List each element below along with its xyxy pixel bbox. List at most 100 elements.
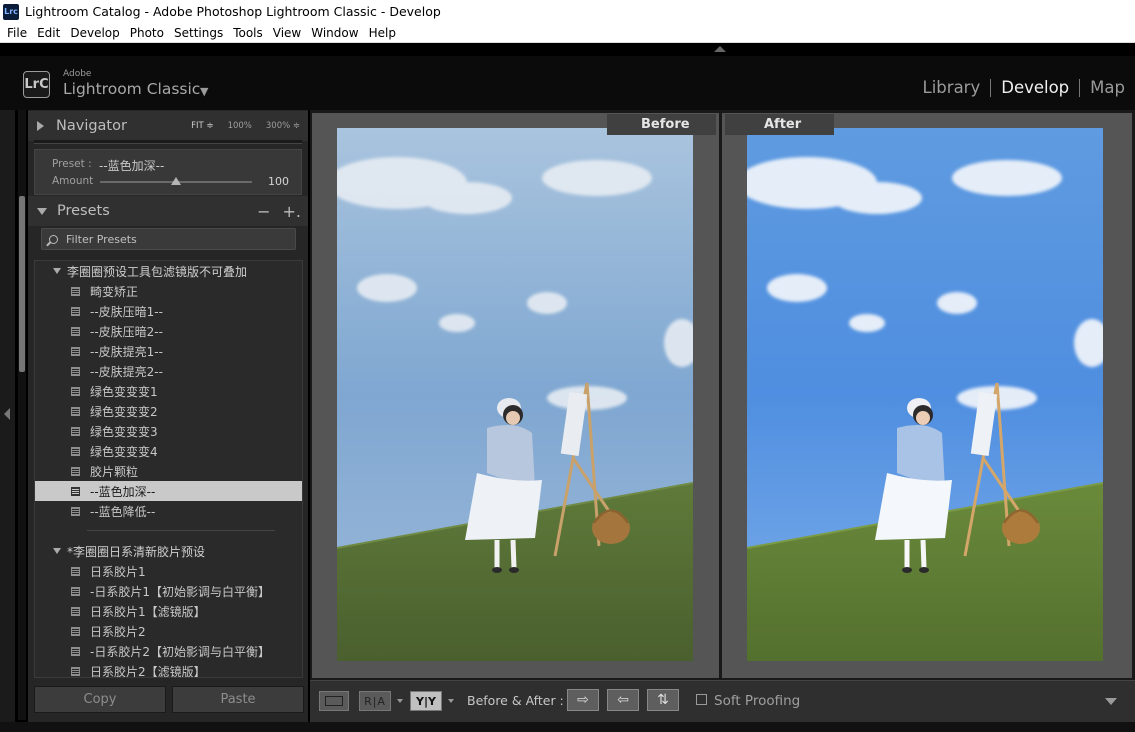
- adobe-label: Adobe: [63, 69, 92, 79]
- lightroom-window: Lrc Lightroom Catalog - Adobe Photoshop …: [0, 0, 1135, 732]
- expand-navigator-icon[interactable]: [37, 121, 44, 131]
- menu-tools[interactable]: Tools: [228, 26, 268, 40]
- preset-item[interactable]: 绿色变变变2: [35, 401, 302, 421]
- preset-item[interactable]: 日系胶片2: [35, 621, 302, 641]
- left-panel-scroll-thumb[interactable]: [19, 196, 25, 372]
- module-picker: Library Develop Map: [913, 78, 1135, 97]
- search-icon: [49, 234, 58, 244]
- after-label: After: [725, 114, 834, 135]
- preset-icon: [71, 446, 80, 456]
- menu-window[interactable]: Window: [306, 26, 363, 40]
- soft-proofing-checkbox[interactable]: [696, 694, 707, 705]
- preset-item[interactable]: --皮肤压暗2--: [35, 321, 302, 341]
- zoom-fit[interactable]: FIT ≑: [191, 121, 213, 131]
- copy-before-to-after-button[interactable]: ⇨: [567, 689, 599, 711]
- menu-help[interactable]: Help: [364, 26, 401, 40]
- reference-view-dropdown-icon[interactable]: [397, 699, 403, 703]
- before-after-dropdown-icon[interactable]: [448, 699, 454, 703]
- preset-item-label: 日系胶片2【滤镜版】: [90, 664, 206, 678]
- preset-icon: [71, 286, 80, 296]
- before-after-view: Before After: [310, 110, 1135, 680]
- preset-item-label: --皮肤提亮1--: [90, 344, 163, 359]
- top-panel-toggle-icon[interactable]: [714, 46, 726, 52]
- menu-photo[interactable]: Photo: [125, 26, 169, 40]
- preset-folder-name: 李圈圈预设工具包滤镜版不可叠加: [67, 264, 248, 279]
- amount-value[interactable]: 100: [268, 175, 289, 188]
- navigator-title: Navigator: [56, 118, 127, 134]
- zoom-100[interactable]: 100%: [228, 121, 252, 131]
- preset-item[interactable]: 日系胶片1: [35, 561, 302, 581]
- identity-dropdown-icon[interactable]: ▼: [200, 85, 208, 98]
- menu-view[interactable]: View: [268, 26, 306, 40]
- toolbar-content-dropdown-icon[interactable]: [1105, 698, 1117, 705]
- preset-item[interactable]: 胶片颗粒: [35, 461, 302, 481]
- preset-folder[interactable]: 李圈圈预设工具包滤镜版不可叠加: [35, 261, 302, 281]
- preset-item[interactable]: 绿色变变变1: [35, 381, 302, 401]
- copy-after-to-before-button[interactable]: ⇦: [607, 689, 639, 711]
- module-develop[interactable]: Develop: [991, 78, 1079, 97]
- preset-item-label: --蓝色降低--: [90, 504, 156, 519]
- after-photo-image: [747, 128, 1103, 661]
- menu-edit[interactable]: Edit: [32, 26, 65, 40]
- preset-icon: [71, 346, 80, 356]
- folder-expand-icon[interactable]: [53, 548, 61, 554]
- menu-file[interactable]: File: [2, 26, 32, 40]
- preset-item-label: -日系胶片1【初始影调与白平衡】: [90, 584, 270, 599]
- navigator-preview-collapsed: [34, 140, 302, 144]
- before-after-view-button[interactable]: Y|Y: [410, 691, 442, 711]
- paste-button[interactable]: Paste: [172, 686, 304, 713]
- amount-slider-thumb[interactable]: [171, 177, 181, 185]
- preset-item[interactable]: 畸变矫正: [35, 281, 302, 301]
- preset-item-label: 绿色变变变2: [90, 404, 158, 419]
- soft-proofing-label[interactable]: Soft Proofing: [714, 693, 800, 709]
- copy-button[interactable]: Copy: [34, 686, 166, 713]
- before-photo[interactable]: [337, 128, 693, 661]
- after-photo[interactable]: [747, 128, 1103, 661]
- preset-icon: [71, 466, 80, 476]
- menu-develop[interactable]: Develop: [65, 26, 124, 40]
- lrc-app-icon: Lrc: [3, 3, 19, 20]
- preset-item-label: --皮肤压暗2--: [90, 324, 163, 339]
- preset-folder[interactable]: *李圈圈日系清新胶片预设: [35, 541, 302, 561]
- presets-header[interactable]: Presets − +.: [28, 196, 308, 226]
- loupe-view-button[interactable]: [319, 691, 349, 711]
- swap-before-after-button[interactable]: ⇅: [647, 689, 679, 711]
- preset-item[interactable]: 日系胶片1【滤镜版】: [35, 601, 302, 621]
- preset-icon: [71, 386, 80, 396]
- filmstrip-edge: [0, 722, 1135, 732]
- remove-preset-icon[interactable]: −: [257, 202, 270, 221]
- preset-item[interactable]: --皮肤压暗1--: [35, 301, 302, 321]
- identity-plate: LrC Adobe Lightroom Classic ▼ Library De…: [0, 56, 1135, 110]
- preset-icon: [71, 306, 80, 316]
- reference-view-button[interactable]: R|A: [359, 691, 391, 711]
- menu-settings[interactable]: Settings: [169, 26, 228, 40]
- module-library[interactable]: Library: [913, 78, 991, 97]
- navigator-header[interactable]: Navigator FIT ≑ 100% 300% ≑: [28, 111, 308, 141]
- before-label: Before: [607, 114, 716, 135]
- preset-item[interactable]: 日系胶片2【滤镜版】: [35, 661, 302, 678]
- before-pane: Before: [312, 113, 719, 678]
- collapse-left-panel-icon[interactable]: [4, 408, 10, 420]
- preset-item-label: --蓝色加深--: [90, 484, 156, 499]
- module-map[interactable]: Map: [1080, 78, 1135, 97]
- preset-item[interactable]: --皮肤提亮2--: [35, 361, 302, 381]
- preset-item-label: 日系胶片1: [90, 564, 146, 579]
- zoom-300[interactable]: 300% ≑: [266, 121, 300, 131]
- preset-item[interactable]: 绿色变变变4: [35, 441, 302, 461]
- collapse-presets-icon[interactable]: [37, 207, 47, 215]
- preset-item[interactable]: 绿色变变变3: [35, 421, 302, 441]
- preset-item[interactable]: --皮肤提亮1--: [35, 341, 302, 361]
- preset-item-label: 日系胶片1【滤镜版】: [90, 604, 206, 619]
- preset-item[interactable]: --蓝色加深--: [35, 481, 302, 501]
- preset-icon: [71, 426, 80, 436]
- folder-expand-icon[interactable]: [53, 268, 61, 274]
- preset-item-label: -日系胶片2【初始影调与白平衡】: [90, 644, 270, 659]
- preset-icon: [71, 626, 80, 636]
- preset-item[interactable]: --蓝色降低--: [35, 501, 302, 521]
- add-preset-icon[interactable]: +.: [283, 202, 302, 221]
- filter-presets-input[interactable]: Filter Presets: [41, 228, 296, 250]
- amount-label: Amount: [52, 175, 94, 187]
- preset-item[interactable]: -日系胶片1【初始影调与白平衡】: [35, 581, 302, 601]
- preset-item[interactable]: -日系胶片2【初始影调与白平衡】: [35, 641, 302, 661]
- preset-icon: [71, 406, 80, 416]
